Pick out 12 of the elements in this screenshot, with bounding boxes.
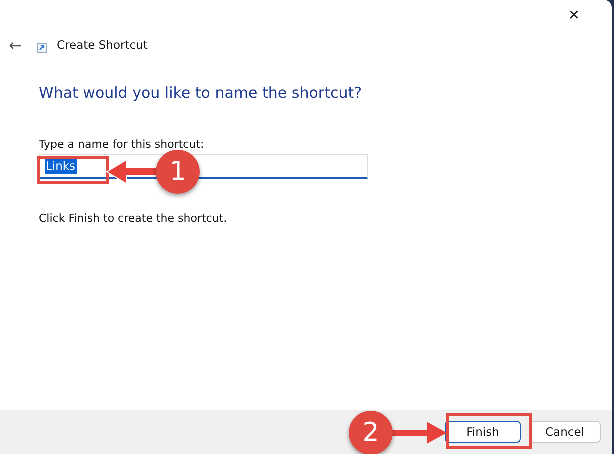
instruction-text: Click Finish to create the shortcut. <box>39 212 228 225</box>
highlight-frame-overlay <box>37 156 109 184</box>
field-label: Type a name for this shortcut: <box>39 138 206 151</box>
cancel-button[interactable]: Cancel <box>529 421 601 443</box>
window-title: Create Shortcut <box>57 38 148 52</box>
back-button[interactable]: ← <box>9 36 37 54</box>
close-button[interactable]: ✕ <box>568 0 612 30</box>
finish-button[interactable]: Finish <box>445 421 521 443</box>
step-badge-overlay: 1 <box>156 150 200 194</box>
shortcut-icon <box>37 43 47 53</box>
field-value: Links <box>45 158 77 174</box>
page-heading: What would you like to name the shortcut? <box>39 84 364 102</box>
